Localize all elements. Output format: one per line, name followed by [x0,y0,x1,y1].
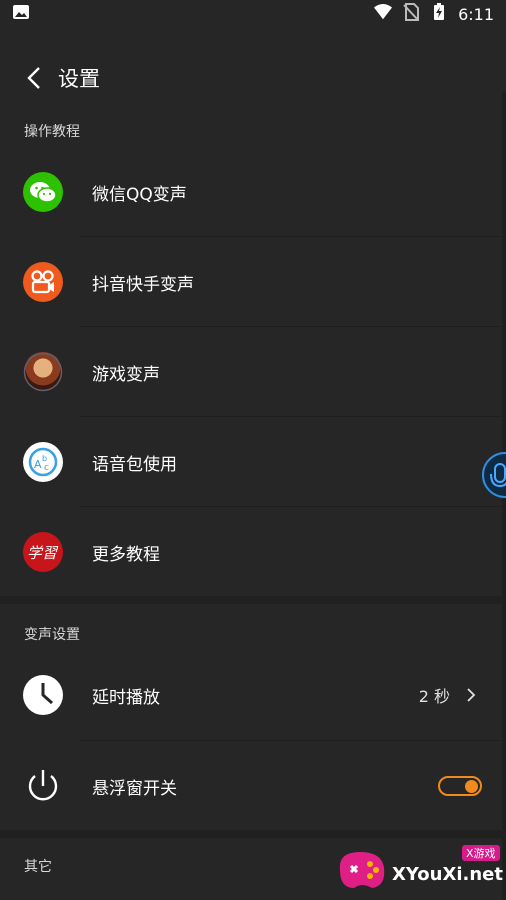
no-sim-icon [402,3,420,25]
list-item-label: 微信QQ变声 [92,184,187,205]
abc-voice-pack-icon: Abc [23,442,63,482]
list-item-label: 抖音快手变声 [92,274,194,295]
list-item-game-voice[interactable]: 游戏变声 [0,328,506,416]
divider [80,506,506,507]
list-item-more-tutorials[interactable]: 学習 更多教程 [0,508,506,596]
divider [80,236,506,237]
power-icon [23,766,63,806]
microphone-icon [490,463,506,488]
status-bar: 6:11 [0,0,506,28]
list-item-douyin-kuaishou[interactable]: 抖音快手变声 [0,238,506,326]
svg-text:c: c [44,463,49,473]
svg-text:A: A [34,458,42,471]
section-label-other: 其它 [24,859,52,875]
battery-charging-icon [430,3,448,25]
section-label-tutorials: 操作教程 [24,124,80,140]
float-window-label: 悬浮窗开关 [92,778,177,799]
floating-mic-button[interactable] [482,452,506,498]
section-label-voice-settings: 变声设置 [24,627,80,643]
list-item-label: 游戏变声 [92,364,160,385]
svg-text:b: b [42,454,47,463]
svg-text:学習: 学習 [27,544,59,562]
image-notification-icon [12,3,30,25]
watermark-badge: X游戏 [462,845,500,861]
watermark-text: XYouXi.net [392,864,503,885]
gamepad-logo-icon [339,852,385,888]
header: 设置 [0,50,506,106]
section-divider [0,596,506,604]
delay-playback-row[interactable]: 延时播放 2 秒 [0,651,506,739]
site-watermark: X游戏 XYouXi.net [334,836,506,900]
kuaishou-icon [23,262,63,302]
back-button[interactable] [18,62,50,94]
wechat-icon [23,172,63,212]
float-window-toggle[interactable] [438,776,482,796]
chevron-left-icon [27,67,40,89]
delay-playback-label: 延时播放 [92,687,160,708]
game-avatar-icon [23,352,63,392]
divider [80,326,506,327]
list-item-wechat-qq[interactable]: 微信QQ变声 [0,148,506,236]
delay-value: 2 秒 [418,687,450,706]
divider [80,740,506,741]
study-icon: 学習 [23,532,63,572]
list-item-label: 更多教程 [92,544,160,565]
list-item-label: 语音包使用 [92,454,177,475]
toggle-knob [465,780,478,793]
status-time: 6:11 [458,4,494,24]
clock-icon [23,675,63,715]
page-title: 设置 [58,67,100,91]
divider [80,416,506,417]
float-window-row: 悬浮窗开关 [0,742,506,830]
list-item-voice-pack[interactable]: Abc 语音包使用 [0,418,506,506]
chevron-right-icon [467,688,476,702]
wifi-icon [374,3,393,25]
